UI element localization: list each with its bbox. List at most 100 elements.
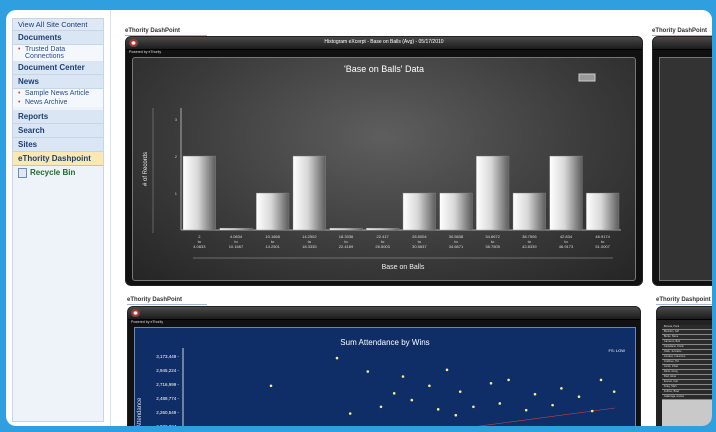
app-window: View All Site Content Documents Trusted … — [6, 10, 712, 426]
histogram-bar — [329, 227, 363, 231]
sidebar-heading-document-center[interactable]: Document Center — [13, 61, 103, 75]
scatter-point — [445, 368, 449, 372]
x-tick-label: 51.0007 — [595, 244, 610, 249]
right-panel-chart-area — [659, 57, 712, 281]
right-table-panel: Bonura, Huck Bourdon, Jeff Burke, Steve Cam… — [656, 306, 712, 426]
x-tick-label: 38.7505 — [485, 244, 500, 249]
scatter-point — [410, 398, 414, 402]
histogram-bar — [586, 192, 620, 231]
y-axis-label: # of Records — [143, 152, 149, 186]
scatter-point — [612, 390, 616, 393]
attendance-scatter-chart: Attendance 3,173,449 - 2,945,224 - 2,716,99… — [137, 348, 616, 426]
right-partial-panel — [652, 36, 712, 286]
histogram-bar — [476, 155, 510, 231]
histogram-panel: Histogram eXcerpt - Base on Balls (Avg) … — [125, 36, 643, 286]
webpart-title-top-left: eThority DashPoint — [125, 28, 207, 36]
webpart-title-bottom-left: eThority DashPoint — [127, 297, 207, 305]
histogram-bar — [402, 192, 436, 231]
histogram-bar — [439, 192, 473, 231]
histogram-bar — [182, 155, 216, 231]
sidebar-heading-search[interactable]: Search — [13, 124, 103, 138]
right-table-title-bar — [657, 307, 712, 320]
y-tick-label: 1 — [175, 191, 178, 196]
sidebar-heading-ethority[interactable]: eThority Dashpoint — [13, 152, 103, 166]
sidebar-item-sample-news[interactable]: Sample News Article — [13, 89, 103, 98]
sidebar-heading-news[interactable]: News — [13, 75, 103, 89]
histogram-bar — [549, 155, 583, 231]
x-tick-label: 26.5003 — [375, 244, 390, 249]
webpart-title-bottom-right: eThority Dashpoint — [656, 297, 712, 305]
quick-launch-sidebar: View All Site Content Documents Trusted … — [12, 18, 104, 422]
histogram-bar — [219, 227, 253, 231]
player-table: Bonura, Huck Bourdon, Jeff Burke, Steve Cam… — [662, 325, 712, 426]
scatter-point — [401, 375, 405, 378]
sidebar-heading-sites[interactable]: Sites — [13, 138, 103, 152]
histogram-title-bar: Histogram eXcerpt - Base on Balls (Avg) … — [126, 37, 642, 50]
powered-by-label: Powered by eThority — [131, 320, 164, 324]
table-row: Galarraga, Andres — [662, 395, 712, 400]
scatter-point — [533, 392, 537, 396]
scatter-point — [366, 370, 370, 373]
trend-line — [477, 407, 616, 426]
scatter-point — [599, 378, 603, 382]
attendance-chart-area: Sum Attendance by Wins FS: LOW Attendanc… — [134, 327, 636, 426]
x-tick-label: 22.4169 — [339, 244, 354, 249]
sidebar-heading-reports[interactable]: Reports — [13, 110, 103, 124]
histogram-bar — [366, 227, 400, 231]
scatter-point — [269, 384, 273, 388]
histogram-bar — [256, 192, 290, 231]
scatter-y-label: Attendance — [137, 397, 143, 426]
scatter-point — [498, 402, 502, 405]
scatter-y-tick: 2,716,999 - — [156, 382, 179, 387]
x-tick-label: 30.5837 — [412, 244, 427, 249]
right-panel-title-bar — [653, 37, 712, 50]
x-tick-label: 18.3335 — [302, 244, 317, 249]
ethority-logo-icon — [131, 309, 140, 317]
webpart-title-top-right: eThority DashPoint — [652, 28, 712, 36]
histogram-bar — [292, 155, 326, 231]
scatter-point — [454, 413, 458, 417]
scatter-point — [560, 387, 563, 390]
scatter-y-tick: 2,260,549 - — [156, 410, 179, 415]
scatter-point — [551, 403, 554, 407]
attendance-title-bar — [128, 307, 640, 320]
scatter-point — [590, 409, 594, 413]
scatter-point — [392, 392, 396, 395]
scatter-point — [507, 378, 510, 382]
sidebar-item-trusted-data[interactable]: Trusted Data Connections — [13, 45, 103, 61]
scatter-point — [436, 408, 440, 411]
attendance-panel: Powered by eThority Sum Attendance by Wi… — [127, 306, 641, 426]
x-tick-label: 42.8339 — [522, 244, 537, 249]
histogram-title: 'Base on Balls' Data — [344, 64, 424, 74]
histogram-chart: 'Base on Balls' Data# of Records3212to4.… — [143, 64, 621, 271]
recycle-bin-link[interactable]: Recycle Bin — [13, 166, 103, 180]
x-tick-label: 10.1667 — [229, 244, 244, 249]
scatter-point — [524, 408, 528, 412]
view-all-site-content-link[interactable]: View All Site Content — [13, 19, 103, 31]
legend-swatch — [578, 73, 596, 82]
scatter-y-tick: 2,032,324 - — [156, 424, 179, 426]
main-content: eThority DashPoint eThority DashPoint Hi… — [110, 10, 712, 426]
scatter-y-tick: 2,488,774 - — [156, 396, 179, 401]
scatter-point — [472, 405, 475, 409]
x-tick-label: 34.6671 — [449, 244, 464, 249]
scatter-point — [577, 395, 581, 399]
y-tick-label: 3 — [175, 117, 178, 122]
scatter-point — [379, 405, 383, 409]
histogram-chart-area: 'Base on Balls' Data # of Records 3 2 1 2 to 4.… — [132, 57, 636, 281]
sidebar-heading-documents[interactable]: Documents — [13, 31, 103, 45]
y-tick-label: 2 — [175, 154, 178, 159]
scatter-point — [335, 356, 339, 360]
scatter-y-tick: 3,173,449 - — [156, 354, 179, 359]
x-tick-label: 4.0833 — [193, 244, 206, 249]
scatter-point — [458, 390, 462, 393]
scatter-y-tick: 2,945,224 - — [156, 368, 179, 373]
scatter-point — [348, 412, 352, 415]
sidebar-item-news-archive[interactable]: News Archive — [13, 98, 103, 107]
recycle-bin-icon — [18, 168, 27, 178]
x-tick-label: 14.2501 — [265, 244, 280, 249]
histogram-bar — [512, 192, 546, 231]
powered-by-label: Powered by eThority — [129, 50, 162, 54]
scatter-point — [489, 381, 493, 385]
x-tick-label: 46.9173 — [559, 244, 574, 249]
